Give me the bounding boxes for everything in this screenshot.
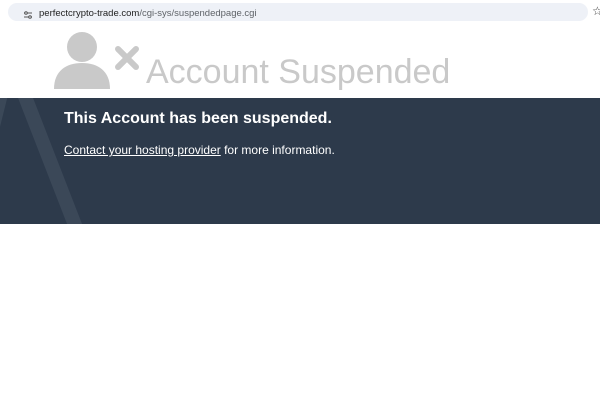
banner-message: Contact your hosting provider for more i…	[64, 143, 335, 157]
suspension-banner: This Account has been suspended. Contact…	[0, 98, 600, 224]
browser-toolbar: ‹ perfectcrypto-trade.com/cgi-sys/suspen…	[0, 0, 600, 24]
url-path: /cgi-sys/suspendedpage.cgi	[139, 8, 257, 19]
url-domain: perfectcrypto-trade.com	[39, 8, 140, 19]
user-x-icon	[54, 32, 139, 89]
star-icon[interactable]: ☆	[592, 4, 600, 18]
banner-message-tail: for more information.	[220, 143, 335, 157]
site-settings-icon[interactable]	[23, 10, 33, 20]
address-bar[interactable]: perfectcrypto-trade.com/cgi-sys/suspende…	[8, 3, 588, 21]
page-title: Account Suspended	[146, 53, 451, 91]
contact-provider-link[interactable]: Contact your hosting provider	[64, 143, 221, 157]
url-text[interactable]: perfectcrypto-trade.com/cgi-sys/suspende…	[39, 8, 257, 19]
banner-heading: This Account has been suspended.	[64, 110, 332, 127]
suspended-header: Account Suspended	[0, 24, 600, 98]
